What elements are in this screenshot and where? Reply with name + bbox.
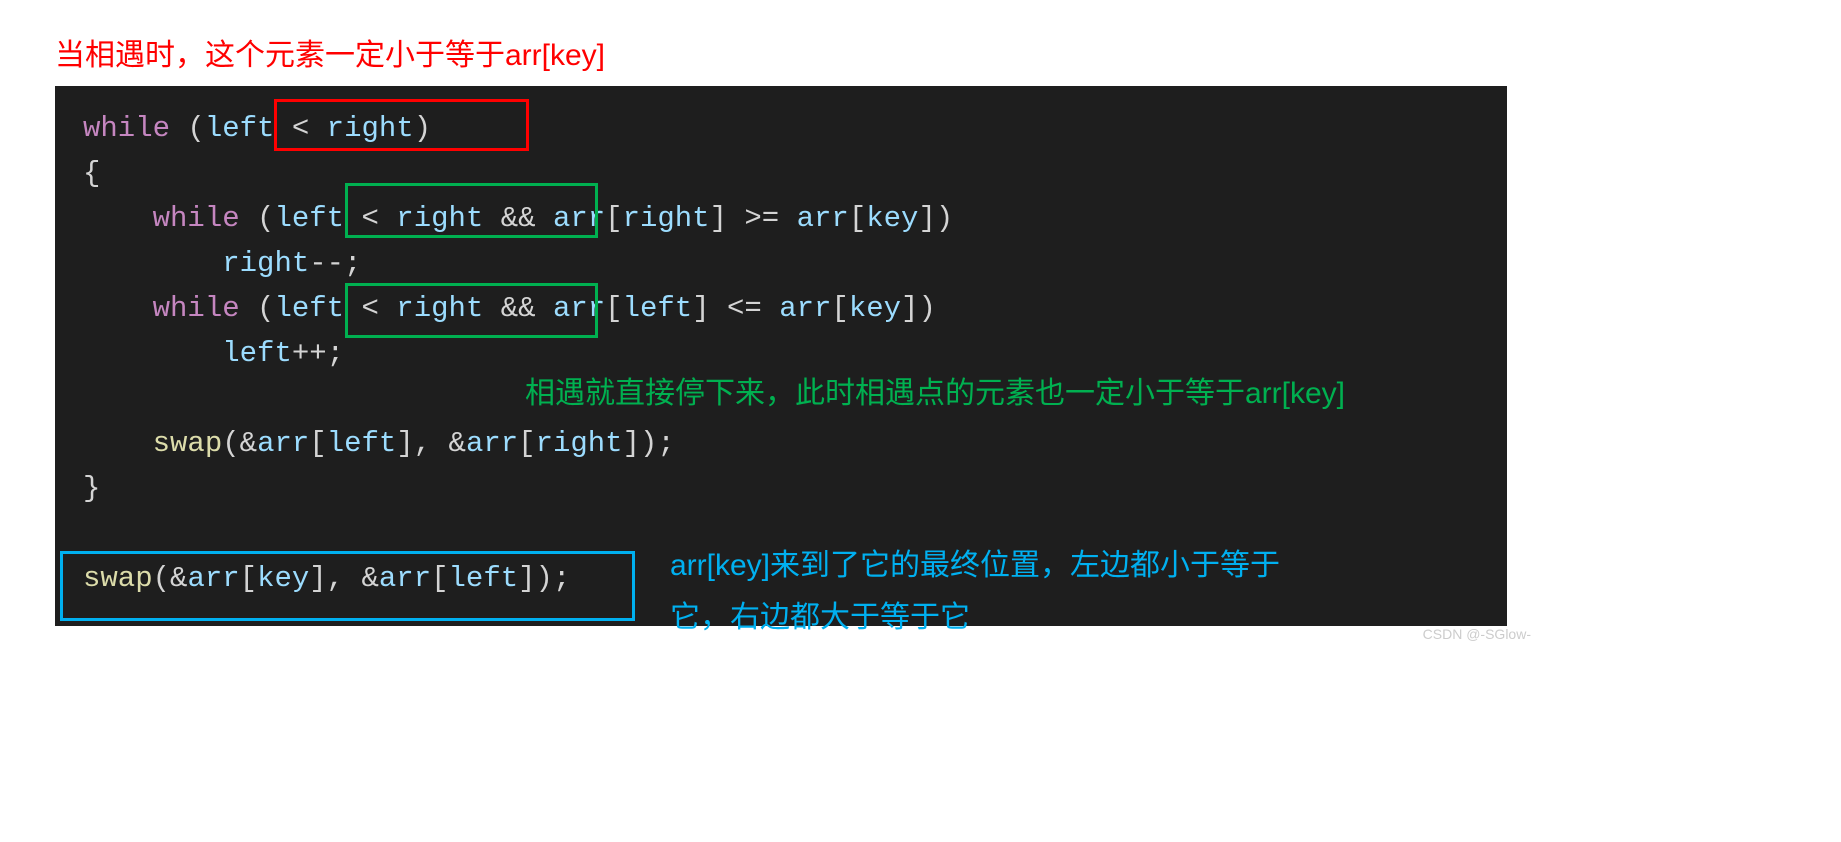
op-dec: --; <box>309 247 361 280</box>
paren: ) <box>414 112 431 145</box>
id-arr: arr <box>797 202 849 235</box>
paren: (& <box>222 427 257 460</box>
id-right: right <box>536 427 623 460</box>
id-right: right <box>222 247 309 280</box>
bracket: ], & <box>396 427 466 460</box>
annotation-blue-line1: arr[key]来到了它的最终位置，左边都小于等于 <box>670 540 1370 592</box>
code-line-1: while (left < right) <box>55 106 1507 151</box>
id-arr: arr <box>257 427 309 460</box>
paren: ( <box>240 292 275 325</box>
kw-while: while <box>153 292 240 325</box>
op-lt: < <box>344 202 396 235</box>
indent <box>83 337 222 370</box>
bracket: [ <box>605 202 622 235</box>
indent <box>83 202 153 235</box>
bracket: ]) <box>901 292 936 325</box>
id-right: right <box>327 112 414 145</box>
bracket: [ <box>605 292 622 325</box>
op-lt: < <box>344 292 396 325</box>
annotation-blue: arr[key]来到了它的最终位置，左边都小于等于 它，右边都大于等于它 <box>670 540 1370 644</box>
op-gte: ] >= <box>710 202 797 235</box>
bracket: [ <box>518 427 535 460</box>
id-arr: arr <box>466 427 518 460</box>
bracket: ]); <box>623 427 675 460</box>
bracket: [ <box>309 427 326 460</box>
bracket: [ <box>431 562 448 595</box>
bracket: ]); <box>518 562 570 595</box>
id-arr: arr <box>553 292 605 325</box>
watermark: CSDN @-SGlow- <box>1423 626 1531 642</box>
code-line-2: { <box>55 151 1507 196</box>
bracket: [ <box>831 292 848 325</box>
id-arr: arr <box>553 202 605 235</box>
id-right: right <box>623 202 710 235</box>
indent <box>83 427 153 460</box>
id-arr: arr <box>379 562 431 595</box>
paren: ( <box>170 112 205 145</box>
annotation-blue-line2: 它，右边都大于等于它 <box>670 592 1370 644</box>
brace: } <box>83 472 100 505</box>
paren: ( <box>240 202 275 235</box>
code-line-3: while (left < right && arr[right] >= arr… <box>55 196 1507 241</box>
bracket: [ <box>240 562 257 595</box>
id-right: right <box>396 292 483 325</box>
brace: { <box>83 157 100 190</box>
id-left: left <box>327 427 397 460</box>
id-key: key <box>866 202 918 235</box>
op-and: && <box>483 202 553 235</box>
op-lte: ] <= <box>692 292 779 325</box>
id-left: left <box>222 337 292 370</box>
id-arr: arr <box>187 562 239 595</box>
kw-while: while <box>153 202 240 235</box>
indent <box>83 247 222 280</box>
annotation-top-red: 当相遇时，这个元素一定小于等于arr[key] <box>55 30 605 74</box>
id-left: left <box>274 202 344 235</box>
id-arr: arr <box>779 292 831 325</box>
id-key: key <box>257 562 309 595</box>
paren: (& <box>153 562 188 595</box>
op-lt: < <box>274 112 326 145</box>
code-line-8: swap(&arr[left], &arr[right]); <box>55 421 1507 466</box>
document-root: 当相遇时，这个元素一定小于等于arr[key] while (left < ri… <box>0 0 1841 842</box>
id-key: key <box>849 292 901 325</box>
kw-while: while <box>83 112 170 145</box>
id-right: right <box>396 202 483 235</box>
id-left: left <box>449 562 519 595</box>
id-left: left <box>205 112 275 145</box>
annotation-green: 相遇就直接停下来，此时相遇点的元素也一定小于等于arr[key] <box>525 368 1345 412</box>
fn-swap: swap <box>153 427 223 460</box>
op-inc: ++; <box>292 337 344 370</box>
code-line-9: } <box>55 466 1507 511</box>
bracket: ]) <box>918 202 953 235</box>
bracket: [ <box>849 202 866 235</box>
code-line-5: while (left < right && arr[left] <= arr[… <box>55 286 1507 331</box>
indent <box>83 292 153 325</box>
id-left: left <box>623 292 693 325</box>
op-and: && <box>483 292 553 325</box>
bracket: ], & <box>309 562 379 595</box>
fn-swap: swap <box>83 562 153 595</box>
code-line-4: right--; <box>55 241 1507 286</box>
id-left: left <box>274 292 344 325</box>
